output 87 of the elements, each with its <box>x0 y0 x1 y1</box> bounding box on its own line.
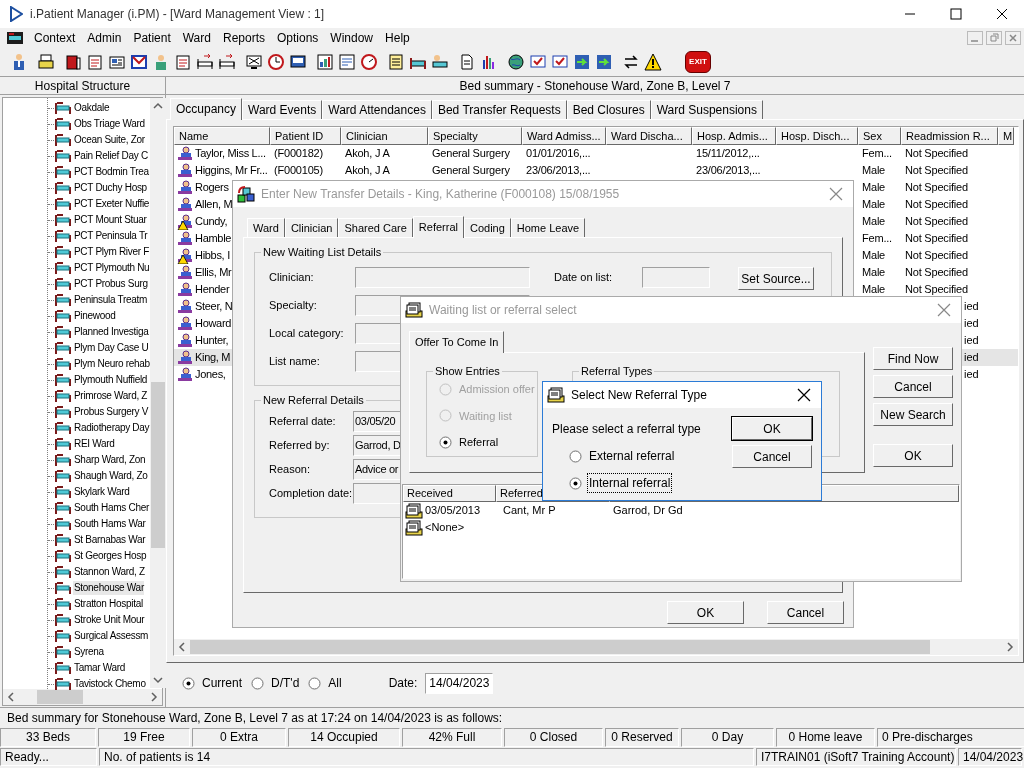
table-cell-text: Cundy, <box>195 214 228 230</box>
table-cell: ied <box>964 368 979 381</box>
group-title: Referral Types <box>579 364 655 378</box>
table-cell: (F000105) <box>274 164 323 177</box>
table-cell: ied <box>964 300 979 313</box>
group-title: New Referral Details <box>261 393 366 407</box>
summary-cell: 0 Closed <box>504 728 603 747</box>
table-cell: (F000182) <box>274 147 323 160</box>
list-cell-text: 03/05/2013 <box>425 503 482 519</box>
field-label: Completion date: <box>269 486 353 502</box>
field-label: Referral date: <box>269 414 337 430</box>
summary-text: Bed summary for Stonehouse Ward, Zone B, Level 7 as at 17:24 on 14/04/2023 is as follows: <box>6 710 504 727</box>
table-cell: Akoh, J A <box>345 147 390 160</box>
table-cell: Not Specified <box>905 181 968 194</box>
table-cell: Male <box>862 164 886 177</box>
table-cell: General Surgery <box>432 147 510 160</box>
table-cell: 15/11/2012,... <box>696 147 760 160</box>
table-cell: 23/06/2013,... <box>696 164 761 177</box>
field-label: Clinician: <box>269 270 315 286</box>
table-cell: Male <box>862 215 886 228</box>
field-label: Date on list: <box>554 270 614 285</box>
table-cell: Male <box>862 198 886 211</box>
table-cell: ied <box>964 334 979 347</box>
summary-cell: 0 Extra <box>192 728 286 747</box>
table-cell: Not Specified <box>905 232 968 245</box>
table-cell-text: King, M <box>195 350 231 366</box>
table-cell: Fem... <box>862 232 892 245</box>
table-cell-text: Rogers <box>195 180 229 196</box>
table-cell-text: Hender <box>195 282 230 298</box>
table-cell: Not Specified <box>905 164 968 177</box>
list-cell-text: <None> <box>425 520 466 536</box>
table-cell-text: Allen, M <box>195 197 233 213</box>
table-cell: 23/06/2013,... <box>526 164 591 177</box>
status-bar-cell: 14/04/2023 <box>958 748 1022 767</box>
group-title: Show Entries <box>433 364 502 378</box>
dialog-title: Enter New Transfer Details - King, Katherine (F000108) 15/08/1955 <box>261 186 621 203</box>
table-cell-text: Higgins, Mr Fr... <box>195 163 268 179</box>
table-cell: Not Specified <box>905 147 968 160</box>
table-cell: Male <box>862 249 886 262</box>
field-label: Local category: <box>269 326 345 342</box>
table-cell: Akoh, J A <box>345 164 390 177</box>
summary-cell: 0 Day <box>681 728 774 747</box>
dialog-title: Select New Referral Type <box>571 387 708 404</box>
summary-cell: 33 Beds <box>0 728 96 747</box>
list-cell: Cant, Mr P <box>503 504 556 517</box>
field-label: Specialty: <box>269 298 318 314</box>
summary-cell: 42% Full <box>402 728 502 747</box>
dialog-title: Waiting list or referral select <box>429 302 578 319</box>
summary-cell: 19 Free <box>98 728 190 747</box>
table-cell: Male <box>862 181 886 194</box>
table-cell: ied <box>964 351 979 364</box>
list-cell-text: Garrod, Dr Gd <box>613 503 683 519</box>
field-label: Reason: <box>269 462 311 478</box>
table-cell: Not Specified <box>905 198 968 211</box>
summary-cell: 14 Occupied <box>288 728 400 747</box>
group-title: New Waiting List Details <box>261 245 384 259</box>
table-cell-text: Hunter, <box>195 333 229 349</box>
table-cell: Not Specified <box>905 283 968 296</box>
table-cell-text: Hamble <box>195 231 232 247</box>
status-bar-cell: Ready... <box>0 748 97 767</box>
table-cell-text: Steer, N <box>195 299 233 315</box>
table-cell: 01/01/2016,... <box>526 147 591 160</box>
date-label: Date: <box>388 675 418 692</box>
summary-cell: 0 Reserved <box>605 728 679 747</box>
table-cell-text: Taylor, Miss L... <box>195 146 266 162</box>
field-label: Referred by: <box>269 438 331 454</box>
panel-header: Bed summary - Stonehouse Ward, Zone B, Level 7 <box>166 78 1024 95</box>
table-cell-text: Hibbs, I <box>195 248 230 264</box>
status-bar-cell: No. of patients is 14 <box>99 748 754 767</box>
prompt-text: Please select a referral type <box>552 422 701 436</box>
table-cell-text: Ellis, Mr <box>195 265 232 281</box>
table-cell: ied <box>964 317 979 330</box>
table-cell: Not Specified <box>905 266 968 279</box>
window-title: i.Patient Manager (i.PM) - [Ward Management View : 1] <box>30 6 326 23</box>
field-label: List name: <box>269 354 321 370</box>
table-cell: Male <box>862 283 886 296</box>
summary-cell: 0 Home leave <box>776 728 875 747</box>
table-cell: Male <box>862 266 886 279</box>
table-cell-text: Howard <box>195 316 232 332</box>
status-bar-cell: I7TRAIN01 (iSoft7 Training Account) <box>756 748 956 767</box>
table-cell: Fem... <box>862 147 892 160</box>
table-cell: Not Specified <box>905 215 968 228</box>
table-cell: General Surgery <box>432 164 510 177</box>
table-cell: Not Specified <box>905 249 968 262</box>
table-cell-text: Jones, <box>195 367 226 383</box>
summary-cell: 0 Pre-discharges <box>877 728 1024 747</box>
panel-header: Hospital Structure <box>0 78 165 95</box>
